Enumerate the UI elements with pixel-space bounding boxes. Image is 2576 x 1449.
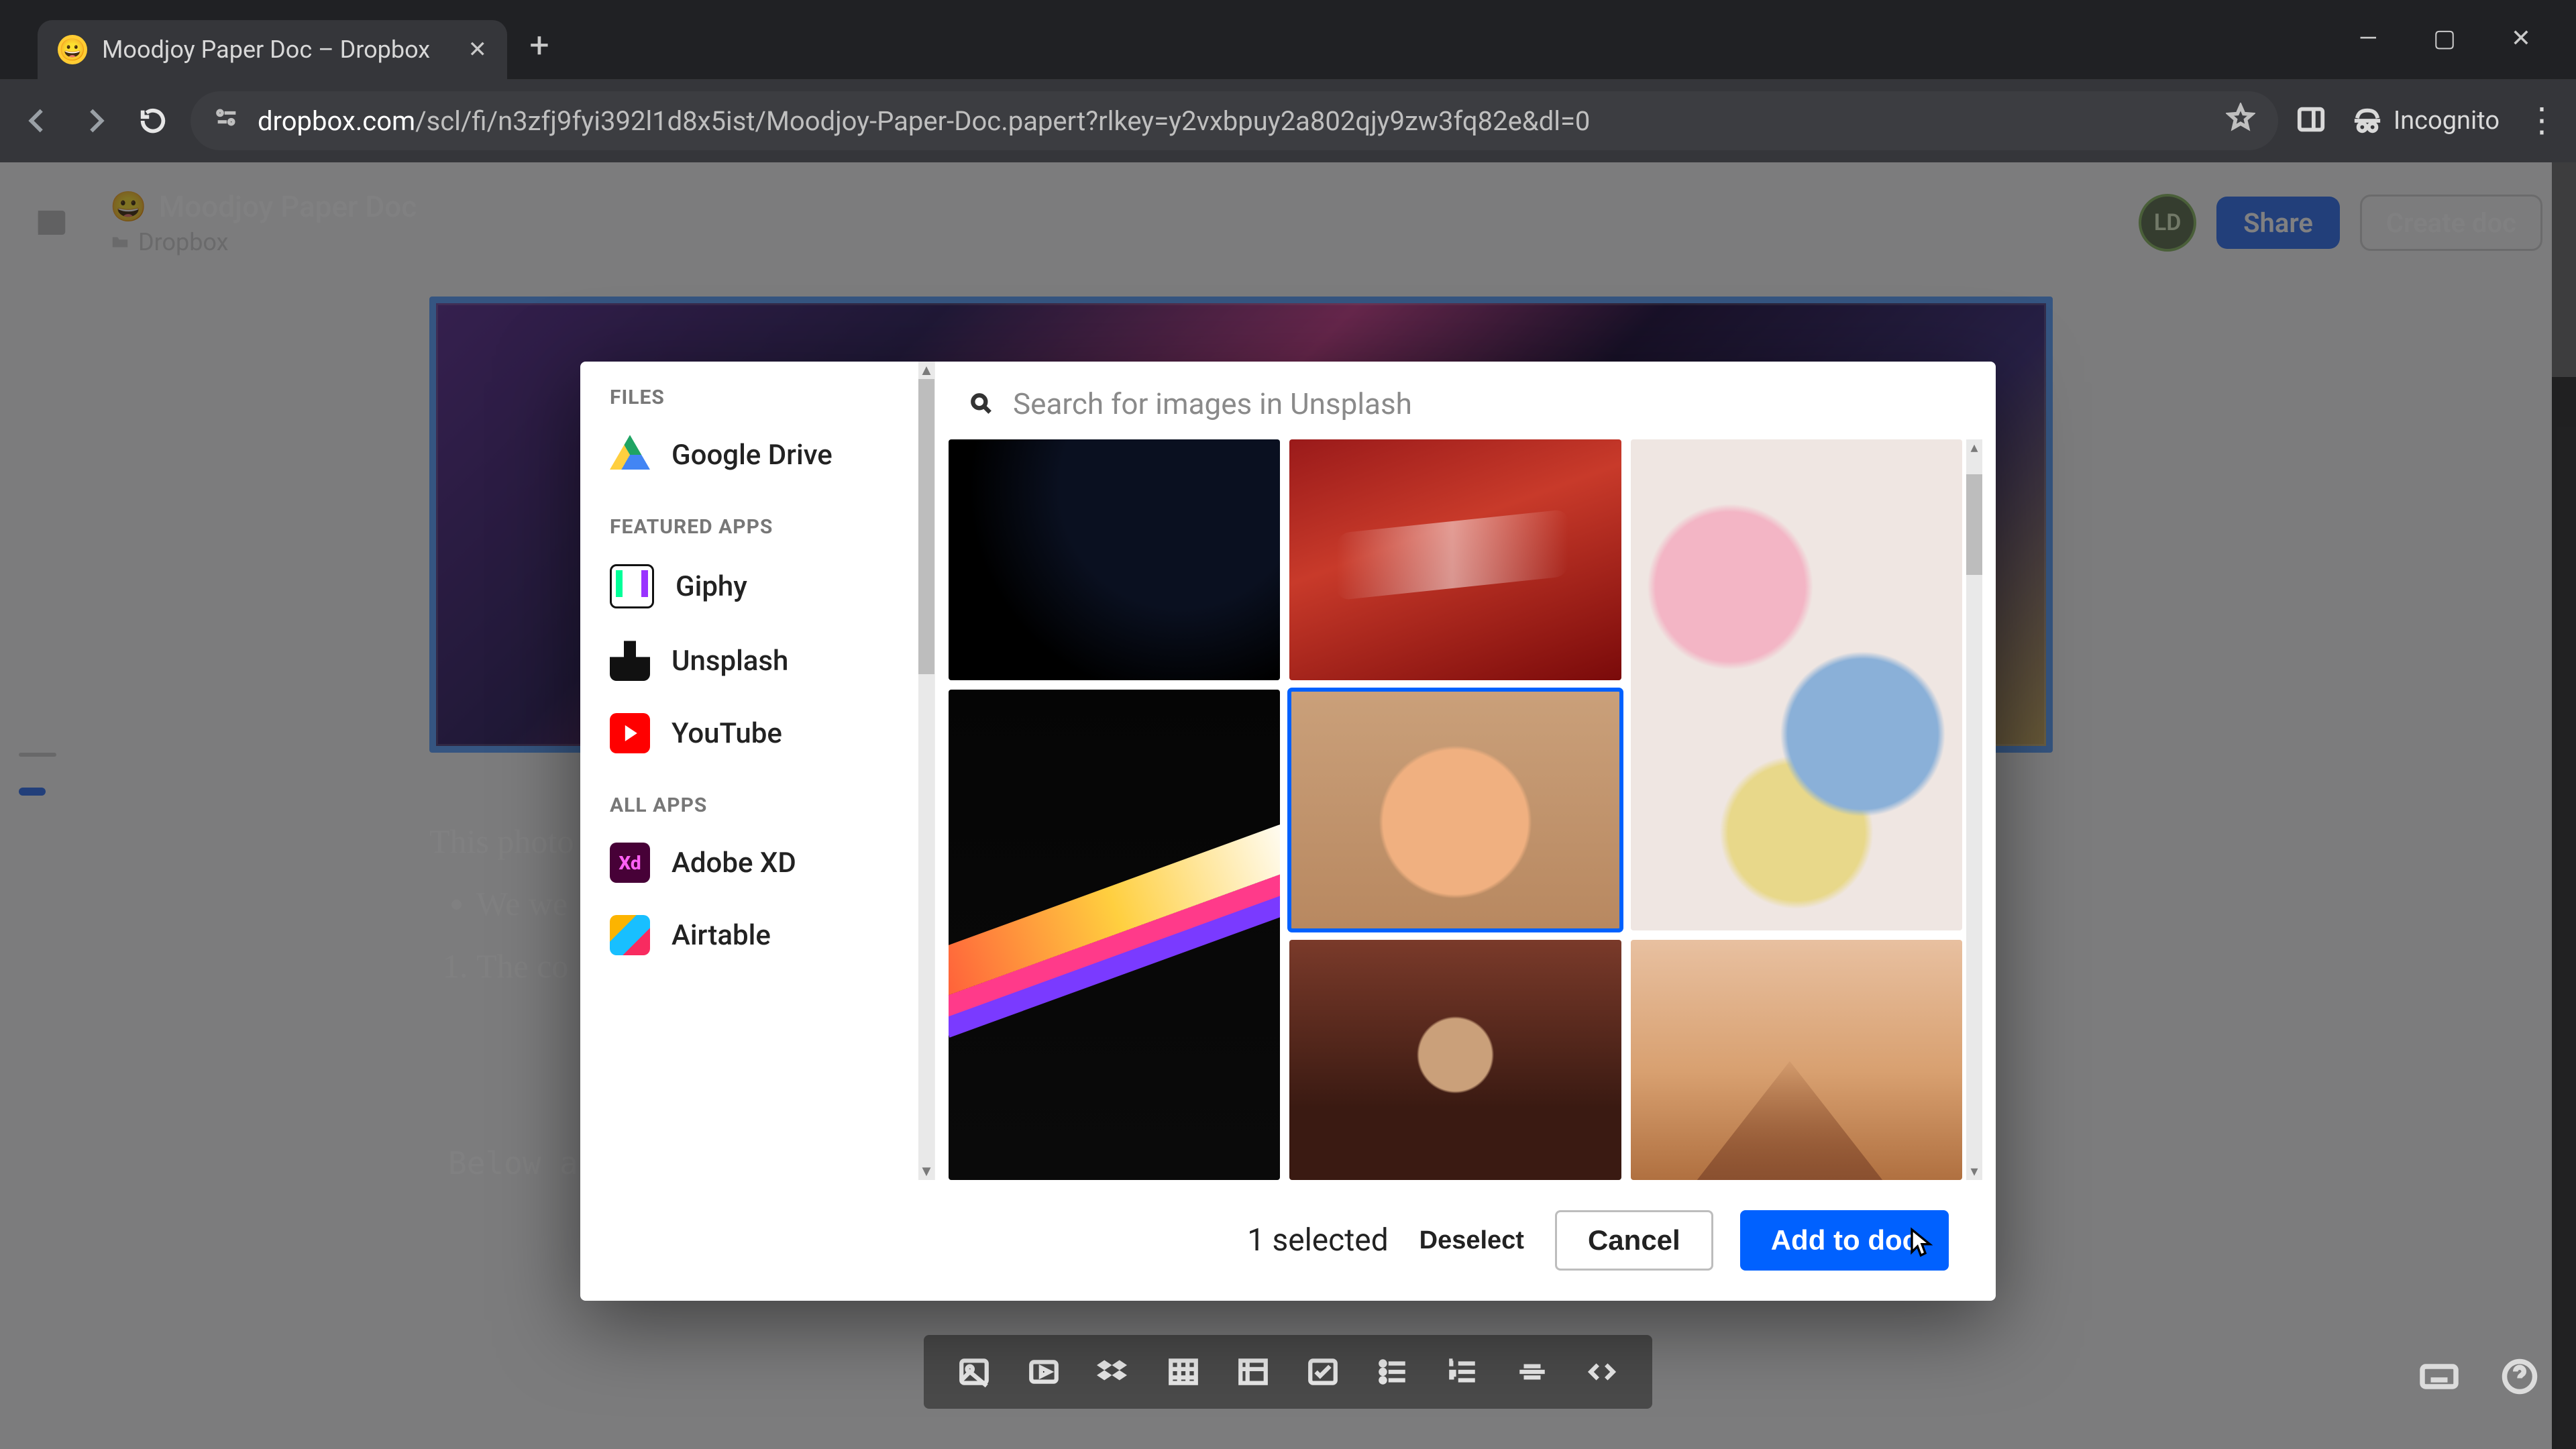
nav-back-icon[interactable]	[17, 101, 58, 141]
side-panel-icon[interactable]	[2296, 104, 2326, 138]
insert-video-icon[interactable]	[1027, 1355, 1061, 1389]
sidebar-section-files: FILES	[580, 362, 918, 419]
sidebar-section-all: ALL APPS	[580, 769, 918, 826]
sidebar-item-google-drive[interactable]: Google Drive	[580, 419, 918, 491]
sidebar-item-youtube[interactable]: YouTube	[580, 697, 918, 769]
selected-count-label: 1 selected	[1247, 1222, 1388, 1258]
insert-image-modal: FILES Google Drive FEATURED APPS Giphy	[580, 362, 1996, 1301]
tab-favicon	[58, 35, 87, 64]
insert-todo-icon[interactable]	[1306, 1355, 1340, 1389]
image-results-grid	[949, 439, 1962, 1180]
image-result-tile[interactable]	[949, 439, 1280, 680]
image-search-input[interactable]	[1012, 386, 1962, 422]
insert-dropbox-icon[interactable]	[1097, 1355, 1130, 1389]
window-minimize-icon[interactable]: —	[2353, 24, 2383, 52]
url-text: dropbox.com/scl/fi/n3zfj9fyi392l1d8x5ist…	[258, 105, 2208, 137]
results-scrollbar[interactable]: ▴ ▾	[1966, 439, 1982, 1180]
sidebar-section-featured: FEATURED APPS	[580, 491, 918, 548]
insert-numbers-icon[interactable]	[1446, 1355, 1479, 1389]
incognito-icon	[2352, 105, 2383, 136]
image-result-tile[interactable]	[1289, 940, 1621, 1181]
tab-title: Moodjoy Paper Doc – Dropbox	[102, 36, 453, 64]
insert-code-icon[interactable]	[1585, 1355, 1619, 1389]
insert-image-icon[interactable]	[957, 1355, 991, 1389]
tab-close-icon[interactable]: ✕	[468, 36, 488, 63]
sidebar-item-airtable[interactable]: Airtable	[580, 899, 918, 971]
window-maximize-icon[interactable]: ▢	[2430, 24, 2459, 52]
sidebar-scrollbar[interactable]: ▲ ▼	[918, 362, 934, 1180]
url-field[interactable]: dropbox.com/scl/fi/n3zfj9fyi392l1d8x5ist…	[191, 91, 2278, 150]
image-result-tile-selected[interactable]	[1289, 690, 1621, 930]
search-icon	[969, 391, 994, 417]
image-result-tile[interactable]	[1631, 439, 1962, 930]
browser-tab-strip: Moodjoy Paper Doc – Dropbox ✕ + — ▢ ✕	[0, 0, 2576, 79]
window-controls: — ▢ ✕	[2353, 24, 2576, 79]
nav-forward-icon	[75, 101, 115, 141]
image-search-field[interactable]	[935, 362, 1996, 439]
giphy-icon	[610, 564, 654, 608]
deselect-button[interactable]: Deselect	[1415, 1226, 1528, 1256]
youtube-icon	[610, 713, 650, 753]
browser-menu-icon[interactable]: ⋮	[2525, 114, 2559, 127]
sidebar-item-adobe-xd[interactable]: Xd Adobe XD	[580, 826, 918, 899]
adobe-xd-icon: Xd	[610, 843, 650, 883]
keyboard-shortcuts-icon[interactable]	[2419, 1356, 2459, 1397]
browser-address-bar: dropbox.com/scl/fi/n3zfj9fyi392l1d8x5ist…	[0, 79, 2576, 162]
bookmark-star-icon[interactable]	[2226, 103, 2255, 139]
sidebar-item-giphy[interactable]: Giphy	[580, 548, 918, 625]
site-settings-icon[interactable]	[213, 104, 240, 138]
modal-sidebar: FILES Google Drive FEATURED APPS Giphy	[580, 362, 935, 1180]
browser-tab-active[interactable]: Moodjoy Paper Doc – Dropbox ✕	[38, 20, 507, 79]
image-result-tile[interactable]	[949, 690, 1280, 1180]
modal-footer: 1 selected Deselect Cancel Add to doc	[580, 1180, 1996, 1301]
insert-divider-icon[interactable]	[1515, 1355, 1549, 1389]
mouse-cursor-icon	[1909, 1227, 1935, 1259]
new-tab-button[interactable]: +	[519, 25, 559, 66]
cancel-button[interactable]: Cancel	[1555, 1210, 1713, 1271]
insert-toolbar	[924, 1335, 1652, 1409]
help-icon[interactable]	[2500, 1356, 2540, 1397]
unsplash-icon	[610, 641, 650, 681]
image-result-tile[interactable]	[1289, 439, 1621, 680]
insert-timeline-icon[interactable]	[1236, 1355, 1270, 1389]
incognito-indicator[interactable]: Incognito	[2352, 105, 2500, 136]
airtable-icon	[610, 915, 650, 955]
window-close-icon[interactable]: ✕	[2506, 24, 2536, 52]
image-result-tile[interactable]	[1631, 940, 1962, 1181]
insert-bullets-icon[interactable]	[1376, 1355, 1409, 1389]
nav-reload-icon[interactable]	[133, 101, 173, 141]
sidebar-item-unsplash[interactable]: Unsplash	[580, 625, 918, 697]
google-drive-icon	[610, 435, 650, 475]
insert-table-icon[interactable]	[1167, 1355, 1200, 1389]
